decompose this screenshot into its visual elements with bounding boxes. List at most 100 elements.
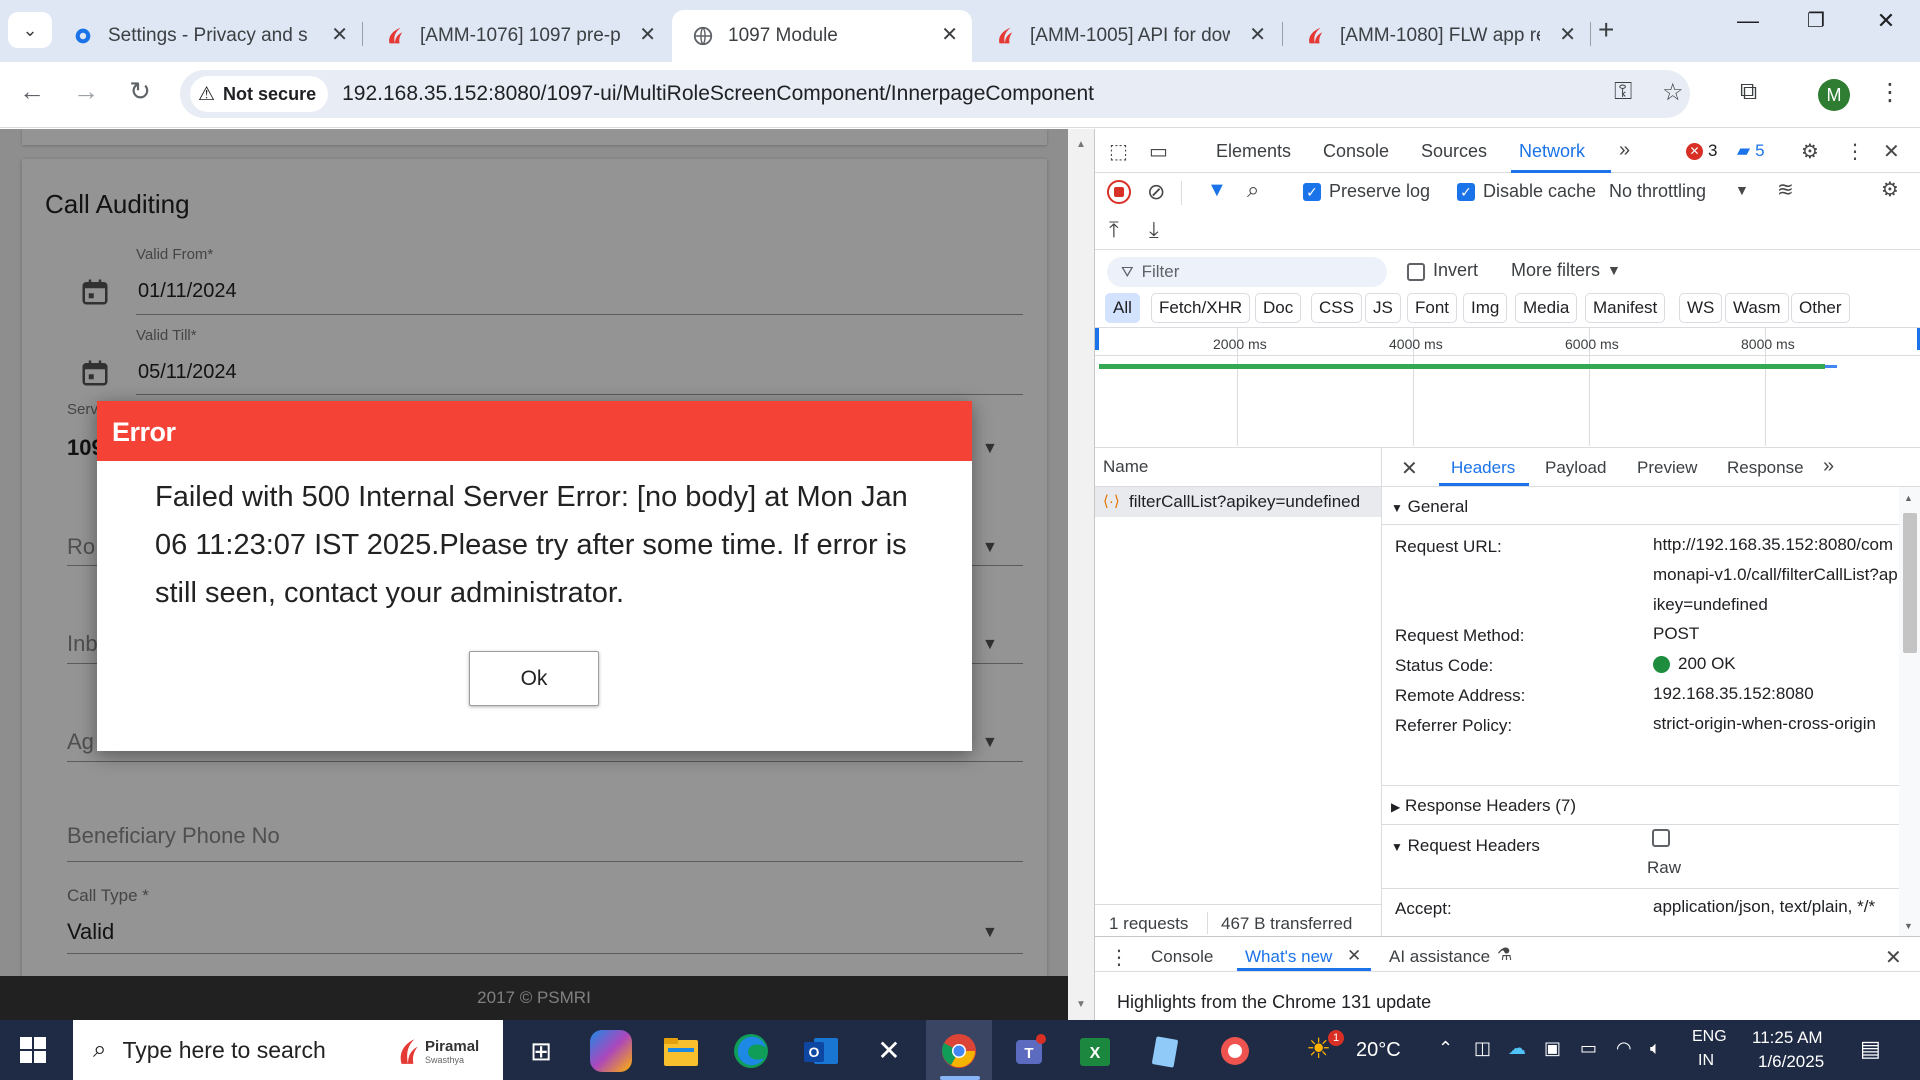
volume-speaker-icon[interactable]: 🔈︎ xyxy=(1650,1038,1661,1059)
bookmark-star-icon[interactable]: ☆ xyxy=(1662,78,1684,107)
scrollbar-thumb[interactable] xyxy=(1903,513,1917,653)
import-har-upload-icon[interactable]: ⤒ xyxy=(1109,217,1119,243)
tab-payload[interactable]: Payload xyxy=(1545,458,1606,478)
tab-settings[interactable]: Settings - Privacy and sec ✕ xyxy=(52,10,362,62)
more-filters-button[interactable]: More filters xyxy=(1511,260,1600,281)
type-filter-js[interactable]: JS xyxy=(1365,293,1401,323)
tab-network[interactable]: Network xyxy=(1519,141,1585,162)
drawer-divider[interactable] xyxy=(1095,936,1920,937)
wifi-icon[interactable]: ◠ xyxy=(1616,1038,1632,1059)
pinned-app-icon[interactable]: ✕ xyxy=(868,1030,910,1072)
close-icon[interactable]: ✕ xyxy=(1249,22,1266,47)
windows-start-icon[interactable] xyxy=(20,1037,46,1068)
type-filter-wasm[interactable]: Wasm xyxy=(1725,293,1789,323)
security-chip[interactable]: ⚠ Not secure xyxy=(190,76,329,112)
tab-amm-1080[interactable]: [AMM-1080] FLW app rel ✕ xyxy=(1284,10,1590,62)
dropdown-caret-icon[interactable]: ▼ xyxy=(1735,182,1749,198)
close-drawer-icon[interactable]: ✕ xyxy=(1885,945,1902,970)
device-toolbar-icon[interactable]: ▭ xyxy=(1149,139,1168,164)
more-tabs-chevron-icon[interactable]: » xyxy=(1823,455,1834,478)
snipping-tool-icon[interactable] xyxy=(1214,1030,1256,1072)
extensions-puzzle-icon[interactable]: ⧉ xyxy=(1740,78,1757,106)
tray-overflow-chevron-icon[interactable]: ⌃ xyxy=(1438,1038,1453,1059)
export-har-download-icon[interactable]: ⤓ xyxy=(1149,217,1159,243)
network-device-icon[interactable]: ▣ xyxy=(1544,1038,1561,1059)
drawer-tab-whats-new[interactable]: What's new xyxy=(1245,947,1332,967)
network-settings-gear-icon[interactable]: ⚙ xyxy=(1881,177,1899,202)
type-filter-css[interactable]: CSS xyxy=(1311,293,1362,323)
excel-icon[interactable]: X xyxy=(1074,1030,1116,1072)
ok-button[interactable]: Ok xyxy=(469,651,599,706)
type-filter-font[interactable]: Font xyxy=(1407,293,1458,323)
scroll-up-arrow-icon[interactable]: ▲ xyxy=(1904,493,1913,503)
close-tab-icon[interactable]: ✕ xyxy=(1347,946,1361,966)
copilot-icon[interactable] xyxy=(590,1030,632,1072)
type-filter-other[interactable]: Other xyxy=(1791,293,1850,323)
tab-headers[interactable]: Headers xyxy=(1451,458,1515,478)
type-filter-manifest[interactable]: Manifest xyxy=(1585,293,1666,323)
filter-funnel-icon[interactable]: ▼ xyxy=(1207,179,1227,202)
inspect-element-icon[interactable]: ⬚ xyxy=(1109,139,1128,164)
tab-preview[interactable]: Preview xyxy=(1637,458,1697,478)
response-headers-toggle[interactable]: ▶ Response Headers (7) xyxy=(1391,796,1576,816)
close-window-icon[interactable]: ✕ xyxy=(1866,8,1906,34)
close-devtools-icon[interactable]: ✕ xyxy=(1883,139,1900,164)
preserve-log-checkbox[interactable]: ✓ xyxy=(1303,183,1321,201)
kebab-menu-icon[interactable]: ⋮ xyxy=(1878,78,1902,107)
notepad-icon[interactable] xyxy=(1144,1030,1186,1072)
column-divider[interactable] xyxy=(1381,448,1382,936)
error-count-badge[interactable]: ✕ 3 xyxy=(1686,141,1717,161)
timeline-handle-left[interactable] xyxy=(1095,328,1099,350)
type-filter-ws[interactable]: WS xyxy=(1679,293,1723,323)
profile-avatar[interactable]: M xyxy=(1818,79,1850,111)
message-count-badge[interactable]: ▰ 5 xyxy=(1737,141,1765,161)
type-filter-fetch-xhr[interactable]: Fetch/XHR xyxy=(1151,293,1251,323)
reload-icon[interactable]: ↻ xyxy=(122,76,158,107)
drawer-tab-ai-assistance[interactable]: AI assistance xyxy=(1389,947,1490,967)
close-details-icon[interactable]: ✕ xyxy=(1401,456,1418,481)
kebab-menu-icon[interactable]: ⋮ xyxy=(1845,139,1865,164)
back-arrow-icon[interactable]: ← xyxy=(14,76,50,107)
taskbar-search-box[interactable]: ⌕ Type here to search Piramal Swasthya xyxy=(73,1020,503,1080)
edge-browser-icon[interactable] xyxy=(730,1030,772,1072)
drawer-menu-icon[interactable]: ⋮ xyxy=(1109,945,1129,970)
details-scrollbar[interactable]: ▲ ▼ xyxy=(1899,487,1920,936)
clock-date[interactable]: 1/6/2025 xyxy=(1758,1052,1824,1072)
restore-window-icon[interactable]: ❐ xyxy=(1796,8,1836,33)
tab-1097-module[interactable]: 1097 Module ✕ xyxy=(672,10,972,62)
teams-icon[interactable]: T xyxy=(1008,1030,1050,1072)
scroll-down-arrow-icon[interactable]: ▼ xyxy=(1904,921,1913,931)
new-tab-plus-icon[interactable]: + xyxy=(1598,14,1614,46)
close-icon[interactable]: ✕ xyxy=(1559,22,1576,47)
address-bar[interactable]: ⚠ Not secure 192.168.35.152:8080/1097-ui… xyxy=(180,70,1690,118)
close-icon[interactable]: ✕ xyxy=(941,22,958,47)
settings-gear-icon[interactable]: ⚙ xyxy=(1801,139,1819,164)
filter-input[interactable]: ⛛ Filter xyxy=(1107,257,1387,287)
type-filter-img[interactable]: Img xyxy=(1463,293,1508,323)
tab-console[interactable]: Console xyxy=(1323,141,1389,162)
tab-sources[interactable]: Sources xyxy=(1421,141,1487,162)
page-scrollbar[interactable]: ▲ ▼ xyxy=(1068,129,1094,1020)
task-view-icon[interactable]: ⊞ xyxy=(520,1030,562,1072)
invert-checkbox[interactable] xyxy=(1407,263,1425,281)
close-icon[interactable]: ✕ xyxy=(331,22,348,47)
url-text[interactable]: 192.168.35.152:8080/1097-ui/MultiRoleScr… xyxy=(342,82,1094,106)
battery-icon[interactable]: ▭ xyxy=(1580,1038,1597,1059)
search-icon[interactable]: ⌕ xyxy=(1247,177,1259,203)
close-icon[interactable]: ✕ xyxy=(639,22,656,47)
minimize-window-icon[interactable]: — xyxy=(1728,8,1768,34)
clear-log-icon[interactable]: ⊘ xyxy=(1147,179,1165,205)
scroll-down-arrow-icon[interactable]: ▼ xyxy=(1076,999,1086,1010)
outlook-icon[interactable]: O xyxy=(800,1030,842,1072)
camera-icon[interactable]: ◫ xyxy=(1474,1038,1491,1059)
request-row[interactable]: ⟨·⟩ filterCallList?apikey=undefined xyxy=(1095,487,1381,517)
forward-arrow-icon[interactable]: → xyxy=(68,76,104,107)
type-filter-media[interactable]: Media xyxy=(1515,293,1578,323)
raw-headers-checkbox[interactable] xyxy=(1652,829,1670,847)
more-tabs-chevron-icon[interactable]: » xyxy=(1619,139,1630,162)
tab-elements[interactable]: Elements xyxy=(1216,141,1291,162)
tab-amm-1076[interactable]: [AMM-1076] 1097 pre-pr ✕ xyxy=(364,10,670,62)
tab-search-button[interactable]: ⌄ xyxy=(8,12,52,48)
throttling-select[interactable]: No throttling xyxy=(1609,181,1706,202)
clock-time[interactable]: 11:25 AM xyxy=(1752,1028,1823,1048)
